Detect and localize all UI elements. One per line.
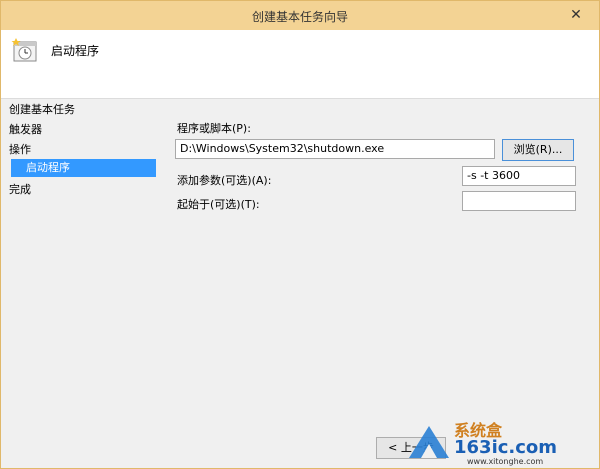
task-scheduler-icon (11, 38, 37, 62)
watermark-url: www.xitonghe.com (467, 457, 543, 466)
browse-button[interactable]: 浏览(R)... (502, 139, 574, 161)
page-title: 启动程序 (51, 44, 100, 58)
nav-item-start-program[interactable]: 启动程序 (11, 159, 156, 177)
startin-label: 起始于(可选)(T): (177, 198, 260, 211)
args-label: 添加参数(可选)(A): (177, 174, 272, 187)
nav-item-action[interactable]: 操作 (9, 141, 31, 157)
program-label: 程序或脚本(P): (177, 122, 251, 135)
window-title: 创建基本任务向导 (251, 10, 348, 24)
wizard-header: 启动程序 (1, 30, 599, 99)
nav-item-finish[interactable]: 完成 (9, 181, 31, 197)
wizard-window: 创建基本任务向导 ✕ 启动程序 创建基本任务 触发器 操作 启动程序 完成 程序… (0, 0, 600, 469)
watermark-logo: 系统盒 163ic.com www.xitonghe.com (409, 421, 557, 466)
program-input[interactable]: D:\Windows\System32\shutdown.exe (175, 139, 495, 159)
startin-input[interactable] (462, 191, 576, 211)
close-button[interactable]: ✕ (565, 5, 587, 25)
nav-item-create-task[interactable]: 创建基本任务 (9, 101, 75, 117)
watermark-site: 163ic.com (454, 437, 557, 458)
nav-item-trigger[interactable]: 触发器 (9, 121, 42, 137)
wizard-nav: 创建基本任务 触发器 操作 启动程序 完成 (1, 99, 161, 399)
title-bar[interactable]: 创建基本任务向导 ✕ (1, 1, 599, 30)
args-input[interactable]: -s -t 3600 (462, 166, 576, 186)
